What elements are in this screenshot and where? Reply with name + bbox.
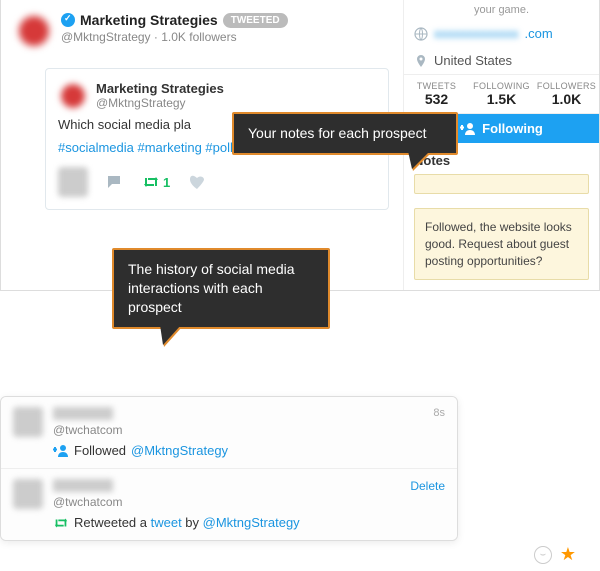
history-avatar (13, 407, 43, 437)
mention-link[interactable]: @MktngStrategy (131, 443, 228, 458)
stat-following[interactable]: FOLLOWING 1.5K (469, 75, 534, 113)
website-row[interactable]: xxxxxxxxxxxxx.com (404, 20, 599, 47)
tweet-actions: 1 (58, 167, 376, 197)
note-card[interactable]: Followed, the website looks good. Reques… (414, 208, 589, 280)
history-avatar (13, 479, 43, 509)
history-item: @twchatcom Followed @MktngStrategy 8s (1, 397, 457, 469)
callout-notes: Your notes for each prospect (232, 112, 458, 155)
tweet-avatar (58, 81, 88, 111)
emoji-icon[interactable]: ⌣ (534, 546, 552, 564)
stat-followers[interactable]: FOLLOWERS 1.0K (534, 75, 599, 113)
stats-row: TWEETS 532 FOLLOWING 1.5K FOLLOWERS 1.0K (404, 74, 599, 114)
star-icon[interactable]: ★ (560, 544, 576, 565)
action-avatar (58, 167, 88, 197)
tweet-link[interactable]: tweet (151, 515, 182, 530)
history-handle: @twchatcom (53, 423, 445, 437)
like-icon[interactable] (188, 174, 206, 190)
callout-history: The history of social media interactions… (112, 248, 330, 329)
notes-input[interactable] (414, 174, 589, 194)
profile-avatar (15, 12, 53, 50)
tweet-author[interactable]: Marketing Strategies (96, 81, 224, 96)
history-panel: @twchatcom Followed @MktngStrategy 8s @t… (0, 396, 458, 541)
mention-link[interactable]: @MktngStrategy (203, 515, 300, 530)
history-item: @twchatcom Retweeted a tweet by @MktngSt… (1, 469, 457, 540)
history-handle: @twchatcom (53, 495, 445, 509)
bottom-bar: ⌣ ★ (528, 538, 582, 571)
blurred-name (53, 479, 113, 492)
follow-user-icon (460, 122, 476, 136)
stat-tweets[interactable]: TWEETS 532 (404, 75, 469, 113)
truncated-text: your game. (404, 0, 599, 20)
profile-name[interactable]: Marketing Strategies (80, 12, 218, 28)
delete-button[interactable]: Delete (410, 479, 445, 493)
timestamp: 8s (433, 407, 445, 419)
location-icon (414, 54, 428, 68)
follow-icon (53, 444, 69, 458)
tweeted-badge: TWEETED (223, 13, 288, 28)
location-row: United States (404, 47, 599, 74)
tweet-handle: @MktngStrategy (96, 96, 224, 110)
retweet-icon (53, 517, 69, 529)
blurred-name (53, 407, 113, 420)
retweet-button[interactable]: 1 (142, 175, 170, 190)
reply-icon[interactable] (106, 174, 124, 190)
profile-subline: @MktngStrategy · 1.0K followers (61, 30, 288, 44)
globe-icon (414, 27, 428, 41)
verified-icon (61, 13, 75, 27)
profile-header: Marketing Strategies TWEETED @MktngStrat… (15, 12, 389, 50)
